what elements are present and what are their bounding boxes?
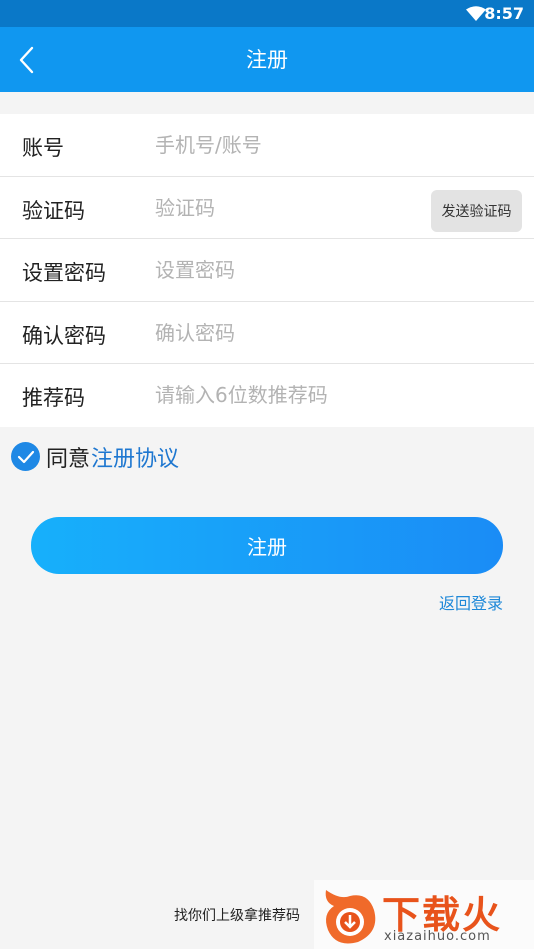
confirm-password-label: 确认密码 [22,323,106,348]
page-title: 注册 [246,48,288,72]
verify-code-input[interactable] [155,188,395,227]
register-button[interactable]: 注册 [31,517,503,574]
wifi-icon [466,6,486,21]
confirm-password-input[interactable] [155,313,415,352]
app-bar: 注册 [0,27,534,92]
verify-code-label: 验证码 [22,198,85,223]
account-row: 账号 [0,114,534,177]
register-form: 账号 验证码 发送验证码 设置密码 确认密码 推荐码 [0,114,534,427]
account-label: 账号 [22,136,64,160]
back-to-login-link[interactable]: 返回登录 [439,590,503,614]
confirm-password-row: 确认密码 [0,302,534,365]
agree-checkbox[interactable] [11,442,40,471]
set-password-label: 设置密码 [22,261,106,286]
register-agreement-link[interactable]: 注册协议 [91,441,179,473]
referral-code-input[interactable] [155,376,455,415]
set-password-row: 设置密码 [0,239,534,302]
agree-text: 同意 [46,447,91,472]
watermark-url: xiazaihuo.com [384,929,491,944]
watermark: 下载火 xiazaihuo.com [314,880,534,949]
account-input[interactable] [155,126,415,164]
flame-logo-icon [325,890,376,944]
referral-code-label: 推荐码 [22,386,85,411]
verify-code-row: 验证码 发送验证码 [0,177,534,240]
set-password-input[interactable] [155,251,415,290]
referral-code-row: 推荐码 [0,364,534,427]
send-code-button[interactable]: 发送验证码 [431,189,522,232]
status-time: 8:57 [484,4,524,23]
referral-hint-link[interactable]: 找你们上级拿推荐码 [174,905,300,925]
checkmark-icon [17,450,35,464]
status-bar: 8:57 [0,0,534,27]
